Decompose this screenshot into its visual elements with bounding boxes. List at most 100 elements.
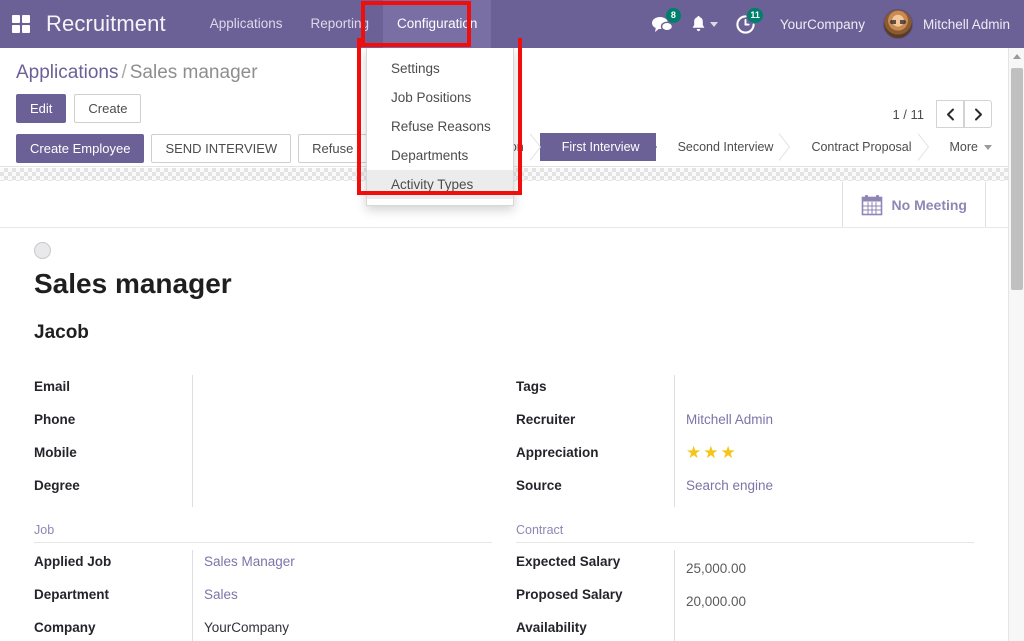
field-email-value[interactable]: [192, 375, 492, 408]
field-appreciation-value[interactable]: ★★★: [674, 441, 974, 474]
field-company: Company YourCompany: [34, 616, 492, 641]
form-body: Sales manager Jacob Email Phone Mobile D…: [0, 242, 1008, 641]
dropdown-item-activity-types[interactable]: Activity Types: [367, 170, 513, 199]
scroll-up-arrow-icon[interactable]: [1009, 48, 1024, 65]
section-header-contract: Contract: [516, 507, 974, 543]
chevron-down-icon: [709, 21, 718, 27]
messages-badge: 8: [665, 8, 681, 23]
field-expected-salary: Expected Salary 25,000.00: [516, 550, 974, 583]
edit-button[interactable]: Edit: [16, 94, 67, 123]
field-phone: Phone: [34, 408, 492, 441]
configuration-dropdown-menu: Settings Job Positions Refuse Reasons De…: [366, 48, 514, 206]
field-company-label: Company: [34, 620, 96, 635]
dropdown-item-departments[interactable]: Departments: [367, 141, 513, 170]
meeting-smart-button[interactable]: No Meeting: [861, 194, 967, 216]
action-buttons: Create Employee SEND INTERVIEW Refuse: [16, 133, 368, 163]
vertical-scrollbar[interactable]: [1008, 48, 1024, 641]
stage-first-interview[interactable]: First Interview: [539, 133, 657, 161]
field-applied-job-value[interactable]: Sales Manager: [192, 550, 492, 583]
pager-counter: 1 / 11: [892, 106, 924, 122]
breadcrumb-current: Sales manager: [129, 62, 258, 83]
create-button[interactable]: Create: [74, 94, 142, 123]
company-switcher[interactable]: YourCompany: [764, 17, 877, 32]
section-header-job: Job: [34, 507, 492, 543]
field-source-value[interactable]: Search engine: [674, 474, 974, 507]
field-tags: Tags: [516, 375, 974, 408]
apps-grid-icon: [12, 15, 30, 33]
form-column-left: Email Phone Mobile Degree Job Applied Jo…: [34, 375, 492, 641]
messages-button[interactable]: 8: [643, 0, 682, 48]
smart-button-box: No Meeting: [841, 182, 986, 228]
kanban-state-indicator[interactable]: [34, 242, 51, 259]
main-menu: Applications Reporting Configuration: [196, 0, 492, 48]
field-proposed-salary-value[interactable]: 20,000.00: [674, 583, 974, 616]
breadcrumb-separator: /: [121, 62, 127, 83]
field-availability-label: Availability: [516, 620, 587, 635]
field-department: Department Sales: [34, 583, 492, 616]
chevron-left-icon: [946, 108, 954, 120]
field-mobile: Mobile: [34, 441, 492, 474]
field-mobile-value[interactable]: [192, 441, 492, 474]
field-availability: Availability: [516, 616, 974, 641]
field-recruiter-value[interactable]: Mitchell Admin: [674, 408, 974, 441]
create-employee-button[interactable]: Create Employee: [16, 133, 145, 163]
apps-menu-button[interactable]: [0, 0, 42, 48]
field-availability-value[interactable]: [674, 616, 974, 641]
app-brand-name[interactable]: Recruitment: [42, 11, 172, 37]
send-interview-button[interactable]: SEND INTERVIEW: [151, 133, 292, 163]
form-column-right: Tags Recruiter Mitchell Admin Appreciati…: [516, 375, 974, 641]
navbar-right-tools: 8 11 YourCompany Mitchell Admin: [643, 0, 1024, 48]
dropdown-item-settings[interactable]: Settings: [367, 54, 513, 83]
user-menu[interactable]: Mitchell Admin: [877, 9, 1010, 39]
activities-badge: 11: [747, 8, 763, 23]
top-navbar: Recruitment Applications Reporting Confi…: [0, 0, 1024, 48]
field-email: Email: [34, 375, 492, 408]
field-applied-job-label: Applied Job: [34, 554, 112, 569]
field-source: Source Search engine: [516, 474, 974, 507]
activities-bell-button[interactable]: [682, 0, 727, 48]
breadcrumb-applications[interactable]: Applications: [16, 62, 118, 83]
field-degree-value[interactable]: [192, 474, 492, 507]
menu-item-reporting[interactable]: Reporting: [297, 0, 384, 48]
partner-name: Jacob: [34, 322, 89, 343]
field-degree-label: Degree: [34, 478, 80, 493]
field-appreciation-label: Appreciation: [516, 445, 599, 460]
meeting-smart-button-label: No Meeting: [891, 197, 967, 213]
bell-icon: [692, 15, 705, 31]
scroll-track[interactable]: [1009, 294, 1024, 641]
menu-item-applications[interactable]: Applications: [196, 0, 297, 48]
menu-item-configuration[interactable]: Configuration: [383, 0, 492, 48]
stage-second-interview[interactable]: Second Interview: [655, 133, 791, 161]
field-expected-salary-value[interactable]: 25,000.00: [674, 550, 974, 583]
field-recruiter: Recruiter Mitchell Admin: [516, 408, 974, 441]
field-recruiter-label: Recruiter: [516, 412, 576, 427]
dropdown-item-refuse-reasons[interactable]: Refuse Reasons: [367, 112, 513, 141]
field-phone-value[interactable]: [192, 408, 492, 441]
odoo-recruitment-app: Recruitment Applications Reporting Confi…: [0, 0, 1024, 641]
field-proposed-salary-label: Proposed Salary: [516, 587, 623, 602]
field-phone-label: Phone: [34, 412, 76, 427]
field-department-value[interactable]: Sales: [192, 583, 492, 616]
star-rating-icon[interactable]: ★★★: [686, 443, 738, 462]
refuse-button[interactable]: Refuse: [298, 133, 368, 163]
pager-next-button[interactable]: [964, 100, 992, 128]
form-sheet: No Meeting Sales manager Jacob Email Pho…: [0, 182, 1008, 641]
stage-contract-proposal[interactable]: Contract Proposal: [789, 133, 929, 161]
field-company-value[interactable]: YourCompany: [192, 616, 492, 641]
pager-previous-button[interactable]: [936, 100, 964, 128]
field-applied-job: Applied Job Sales Manager: [34, 550, 492, 583]
scroll-thumb[interactable]: [1011, 68, 1023, 290]
stage-statusbar: Qualification First Interview Second Int…: [432, 133, 1000, 161]
field-mobile-label: Mobile: [34, 445, 77, 460]
sheet-divider: [0, 227, 1008, 228]
field-proposed-salary: Proposed Salary 20,000.00: [516, 583, 974, 616]
activities-clock-button[interactable]: 11: [727, 0, 764, 48]
chevron-down-icon: [984, 145, 992, 151]
stage-more-dropdown[interactable]: More: [927, 133, 1000, 161]
dropdown-item-job-positions[interactable]: Job Positions: [367, 83, 513, 112]
field-degree: Degree: [34, 474, 492, 507]
calendar-icon: [861, 194, 883, 216]
form-columns: Email Phone Mobile Degree Job Applied Jo…: [34, 375, 974, 641]
field-tags-value[interactable]: [674, 375, 974, 408]
field-tags-label: Tags: [516, 379, 547, 394]
